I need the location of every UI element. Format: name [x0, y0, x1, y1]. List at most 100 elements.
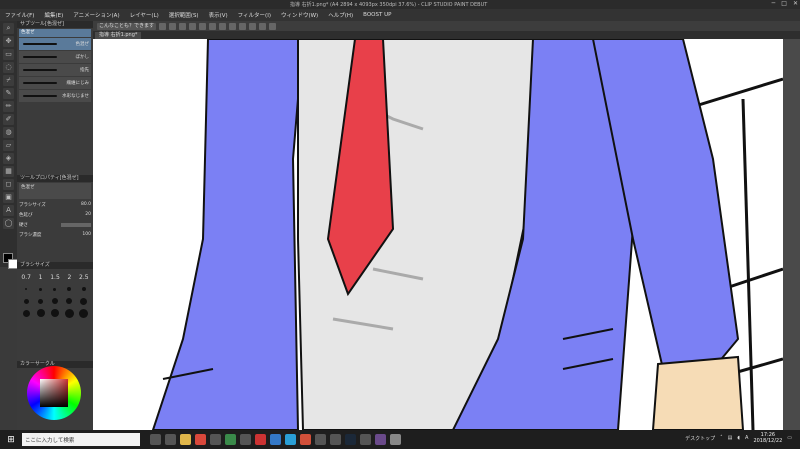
canvas-tab[interactable]: 指導 右折1.png*: [95, 32, 142, 39]
size-preset[interactable]: [34, 296, 46, 306]
color-swatches[interactable]: [3, 253, 18, 269]
notification-icon[interactable]: ▭: [787, 435, 792, 441]
menu-edit[interactable]: 編集(E): [39, 11, 68, 19]
tips-button[interactable]: こんなことも？できます: [97, 22, 157, 30]
close-button[interactable]: ✕: [793, 0, 798, 7]
brush-item[interactable]: 指先: [19, 64, 91, 76]
size-preset[interactable]: [49, 296, 61, 306]
save-icon[interactable]: [189, 22, 197, 30]
app-icon[interactable]: [210, 434, 221, 445]
menu-filter[interactable]: フィルター(I): [233, 11, 276, 19]
desktop-label[interactable]: デスクトップ: [685, 435, 715, 442]
maximize-button[interactable]: □: [781, 0, 787, 7]
hardness-slider[interactable]: [61, 222, 91, 227]
text-tool-icon[interactable]: A: [3, 205, 14, 216]
menu-boost-up[interactable]: BOOST UP: [358, 12, 396, 18]
photos-icon[interactable]: [330, 434, 341, 445]
brush-tool-icon[interactable]: ✐: [3, 114, 14, 125]
frame-tool-icon[interactable]: ▣: [3, 192, 14, 203]
brush-size-row[interactable]: ブラシサイズ 80.0: [19, 200, 91, 209]
brush-density-value[interactable]: 100: [82, 232, 91, 237]
menu-animation[interactable]: アニメーション(A): [68, 11, 124, 19]
app-icon[interactable]: [270, 434, 281, 445]
fill-tool-icon[interactable]: ◈: [3, 153, 14, 164]
clock[interactable]: 17:26 2018/12/22: [753, 432, 782, 444]
menu-file[interactable]: ファイル(F): [0, 11, 39, 19]
steam-icon[interactable]: [345, 434, 356, 445]
hardness-row[interactable]: 硬さ: [19, 220, 91, 229]
deselect-icon[interactable]: [239, 22, 247, 30]
undo-icon[interactable]: [199, 22, 207, 30]
brush-item[interactable]: ぼかし: [19, 51, 91, 63]
size-preset[interactable]: [20, 296, 32, 306]
file-explorer-icon[interactable]: [180, 434, 191, 445]
volume-icon[interactable]: ◖: [737, 435, 740, 441]
vertical-scrollbar[interactable]: [783, 39, 800, 430]
menu-selection[interactable]: 選択範囲(S): [164, 11, 204, 19]
brush-item[interactable]: 水彩なじませ: [19, 90, 91, 102]
eye-icon[interactable]: [159, 22, 167, 30]
canvas[interactable]: [93, 39, 783, 430]
color-wheel[interactable]: [27, 366, 81, 420]
app-icon[interactable]: [375, 434, 386, 445]
pen-tool-icon[interactable]: ✎: [3, 88, 14, 99]
taskbar-search-input[interactable]: ここに入力して検索: [22, 433, 140, 446]
clip-studio-icon[interactable]: [390, 434, 401, 445]
ime-indicator[interactable]: A: [745, 435, 748, 441]
color-stretch-value[interactable]: 20: [85, 212, 91, 217]
app-icon[interactable]: [240, 434, 251, 445]
crop-icon[interactable]: [249, 22, 257, 30]
size-preset[interactable]: [63, 308, 75, 318]
fill-icon[interactable]: [259, 22, 267, 30]
move-tool-icon[interactable]: ✥: [3, 36, 14, 47]
menu-window[interactable]: ウィンドウ(W): [276, 11, 323, 19]
size-preset[interactable]: [78, 308, 90, 318]
size-preset[interactable]: 0.7: [20, 272, 32, 282]
size-preset[interactable]: [49, 308, 61, 318]
subtool-group-tab[interactable]: 色混ぜ: [19, 29, 91, 37]
figure-tool-icon[interactable]: ◻: [3, 179, 14, 190]
menu-layer[interactable]: レイヤー(L): [125, 11, 164, 19]
color-stretch-row[interactable]: 色延び 20: [19, 210, 91, 219]
select-tool-icon[interactable]: ▭: [3, 49, 14, 60]
size-preset[interactable]: [78, 284, 90, 294]
size-preset[interactable]: 1.5: [49, 272, 61, 282]
skype-icon[interactable]: [285, 434, 296, 445]
app-icon[interactable]: [300, 434, 311, 445]
brush-item[interactable]: 色混ぜ: [19, 38, 91, 50]
size-preset[interactable]: 2: [63, 272, 75, 282]
app-icon[interactable]: [315, 434, 326, 445]
app-icon[interactable]: [165, 434, 176, 445]
size-preset[interactable]: 2.5: [78, 272, 90, 282]
app-icon[interactable]: [225, 434, 236, 445]
clear-icon[interactable]: [219, 22, 227, 30]
chrome-icon[interactable]: [195, 434, 206, 445]
help-icon[interactable]: [269, 22, 277, 30]
windows-start-icon[interactable]: ⊞: [4, 433, 18, 447]
brush-item[interactable]: 繊維にじみ: [19, 77, 91, 89]
color-picker-square[interactable]: [40, 379, 68, 407]
size-preset[interactable]: 1: [34, 272, 46, 282]
size-preset[interactable]: [78, 296, 90, 306]
balloon-tool-icon[interactable]: ◯: [3, 218, 14, 229]
menu-view[interactable]: 表示(V): [204, 11, 233, 19]
gradient-tool-icon[interactable]: ▦: [3, 166, 14, 177]
network-icon[interactable]: ▤: [728, 435, 733, 441]
brush-size-value[interactable]: 80.0: [81, 202, 91, 207]
eyedropper-tool-icon[interactable]: ⌿: [3, 75, 14, 86]
size-preset[interactable]: [63, 284, 75, 294]
size-preset[interactable]: [63, 296, 75, 306]
lasso-tool-icon[interactable]: ◌: [3, 62, 14, 73]
pencil-tool-icon[interactable]: ✏: [3, 101, 14, 112]
size-preset[interactable]: [20, 308, 32, 318]
size-preset[interactable]: [20, 284, 32, 294]
minimize-button[interactable]: ─: [772, 0, 776, 7]
app-icon[interactable]: [255, 434, 266, 445]
open-icon[interactable]: [179, 22, 187, 30]
transform-icon[interactable]: [229, 22, 237, 30]
size-preset[interactable]: [34, 284, 46, 294]
new-icon[interactable]: [169, 22, 177, 30]
zoom-tool-icon[interactable]: ⌕: [3, 23, 14, 34]
brush-density-row[interactable]: ブラシ濃度 100: [19, 230, 91, 239]
redo-icon[interactable]: [209, 22, 217, 30]
